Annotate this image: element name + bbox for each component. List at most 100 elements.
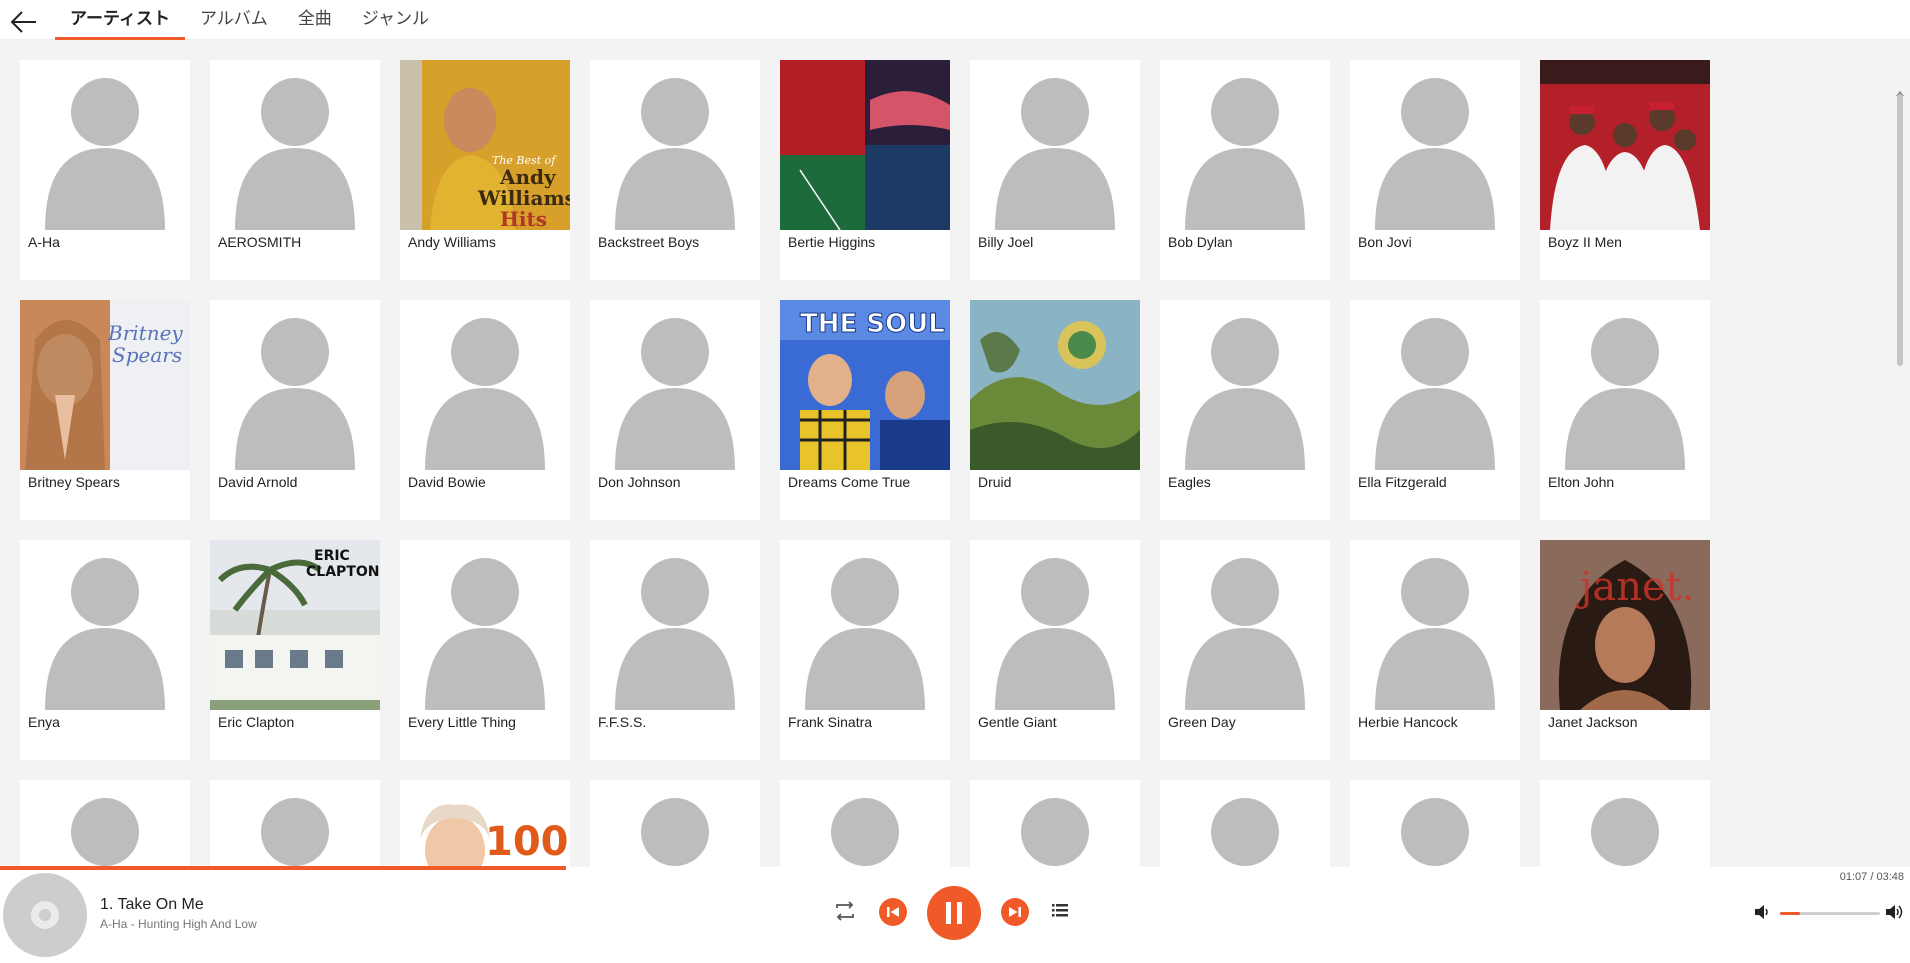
artist-name: Enya bbox=[28, 714, 60, 730]
artist-name: Andy Williams bbox=[408, 234, 496, 250]
artist-placeholder-icon bbox=[1160, 540, 1330, 710]
artist-name: David Arnold bbox=[218, 474, 298, 490]
artist-placeholder-icon bbox=[400, 540, 570, 710]
artist-image bbox=[970, 300, 1140, 470]
artist-card[interactable]: Eagles bbox=[1160, 300, 1330, 520]
artist-name: Bob Dylan bbox=[1168, 234, 1233, 250]
track-artist-album: A-Ha - Hunting High And Low bbox=[100, 917, 257, 931]
svg-text:Spears: Spears bbox=[112, 343, 182, 367]
artist-name: Janet Jackson bbox=[1548, 714, 1638, 730]
tab-all-songs[interactable]: 全曲 bbox=[283, 0, 347, 40]
artist-placeholder-icon bbox=[1350, 780, 1520, 867]
repeat-icon[interactable] bbox=[834, 900, 856, 927]
artist-card[interactable]: Enya bbox=[20, 540, 190, 760]
artist-image: Britney Spears bbox=[20, 300, 190, 470]
scrollbar-thumb[interactable] bbox=[1897, 94, 1903, 366]
artist-card[interactable]: Bertie Higgins bbox=[780, 60, 950, 280]
cover-text: 100 bbox=[485, 819, 569, 865]
pause-icon[interactable] bbox=[927, 886, 981, 945]
artist-card[interactable] bbox=[780, 780, 950, 867]
artist-card[interactable]: David Arnold bbox=[210, 300, 380, 520]
cover-text: Spears bbox=[112, 343, 182, 367]
artist-placeholder-icon bbox=[1350, 540, 1520, 710]
artist-name: Herbie Hancock bbox=[1358, 714, 1458, 730]
cover-text: CLAPTON bbox=[306, 564, 379, 580]
artist-card[interactable]: Frank Sinatra bbox=[780, 540, 950, 760]
artist-name: Green Day bbox=[1168, 714, 1236, 730]
next-icon[interactable] bbox=[1001, 898, 1029, 931]
artist-name: AEROSMITH bbox=[218, 234, 302, 250]
volume-slider[interactable] bbox=[1780, 912, 1880, 915]
artist-card[interactable]: The Best of Andy Williams Hits Andy Williams bbox=[400, 60, 570, 280]
artist-card[interactable]: David Bowie bbox=[400, 300, 570, 520]
artist-card[interactable]: F.F.S.S. bbox=[590, 540, 760, 760]
queue-icon[interactable] bbox=[1051, 902, 1069, 925]
artist-card[interactable]: Druid bbox=[970, 300, 1140, 520]
artist-card[interactable] bbox=[1350, 780, 1520, 867]
artist-card[interactable] bbox=[970, 780, 1140, 867]
artist-placeholder-icon bbox=[1350, 300, 1520, 470]
back-arrow-icon[interactable] bbox=[8, 6, 40, 38]
artist-placeholder-icon bbox=[780, 540, 950, 710]
artist-card[interactable]: 100 bbox=[400, 780, 570, 867]
tab-artists[interactable]: アーティスト bbox=[55, 0, 185, 40]
artist-card[interactable]: Ella Fitzgerald bbox=[1350, 300, 1520, 520]
artist-card[interactable]: Herbie Hancock bbox=[1350, 540, 1520, 760]
artist-card[interactable]: Don Johnson bbox=[590, 300, 760, 520]
tab-albums[interactable]: アルバム bbox=[185, 0, 283, 40]
artist-name: A-Ha bbox=[28, 234, 60, 250]
tab-genres[interactable]: ジャンル bbox=[347, 0, 444, 40]
artist-name: Elton John bbox=[1548, 474, 1615, 490]
artist-card[interactable]: Billy Joel bbox=[970, 60, 1140, 280]
artist-card[interactable] bbox=[1160, 780, 1330, 867]
volume-up-icon[interactable] bbox=[1885, 902, 1905, 927]
volume-down-icon[interactable] bbox=[1753, 903, 1771, 926]
artist-card[interactable]: Backstreet Boys bbox=[590, 60, 760, 280]
cover-text: ERIC bbox=[314, 548, 350, 564]
artist-card[interactable] bbox=[20, 780, 190, 867]
artist-image: THE SOUL bbox=[780, 300, 950, 470]
artist-image: 100 bbox=[400, 780, 570, 867]
svg-text:Britney: Britney bbox=[107, 321, 183, 345]
artist-card[interactable]: Elton John bbox=[1540, 300, 1710, 520]
player-bar: 1. Take On Me A-Ha - Hunting High And Lo… bbox=[0, 870, 1910, 958]
artist-placeholder-icon bbox=[590, 780, 760, 867]
artist-card[interactable]: Boyz II Men bbox=[1540, 60, 1710, 280]
artist-name: Bertie Higgins bbox=[788, 234, 876, 250]
artist-card[interactable]: Green Day bbox=[1160, 540, 1330, 760]
artist-card[interactable]: Every Little Thing bbox=[400, 540, 570, 760]
artist-placeholder-icon bbox=[970, 60, 1140, 230]
artist-placeholder-icon bbox=[1160, 60, 1330, 230]
artist-card[interactable]: Bob Dylan bbox=[1160, 60, 1330, 280]
artist-card[interactable]: janet. Janet Jackson bbox=[1540, 540, 1710, 760]
artist-card[interactable] bbox=[210, 780, 380, 867]
artist-placeholder-icon bbox=[400, 300, 570, 470]
cover-text: Britney bbox=[107, 321, 183, 345]
previous-icon[interactable] bbox=[879, 898, 907, 931]
artist-placeholder-icon bbox=[970, 780, 1140, 867]
artist-card[interactable] bbox=[590, 780, 760, 867]
artist-placeholder-icon bbox=[590, 540, 760, 710]
artist-name: Frank Sinatra bbox=[788, 714, 873, 730]
svg-text:THE SOUL: THE SOUL bbox=[800, 309, 945, 339]
artist-name: Eric Clapton bbox=[218, 714, 295, 730]
artist-placeholder-icon bbox=[20, 60, 190, 230]
artist-name: Boyz II Men bbox=[1548, 234, 1622, 250]
artist-card[interactable]: Gentle Giant bbox=[970, 540, 1140, 760]
artist-card[interactable]: AEROSMITH bbox=[210, 60, 380, 280]
playback-time: 01:07 / 03:48 bbox=[1839, 871, 1904, 883]
artist-placeholder-icon bbox=[1540, 780, 1710, 867]
artist-card[interactable]: THE SOUL Dreams Come True bbox=[780, 300, 950, 520]
artist-placeholder-icon bbox=[780, 780, 950, 867]
cd-disc-icon bbox=[2, 872, 88, 958]
artist-grid-area: A-Ha AEROSMITH The Best of Andy Williams Hits… bbox=[0, 40, 1910, 867]
artist-card[interactable]: A-Ha bbox=[20, 60, 190, 280]
artist-placeholder-icon bbox=[1160, 780, 1330, 867]
artist-card[interactable]: Britney Spears Britney Spears bbox=[20, 300, 190, 520]
artist-card[interactable]: Bon Jovi bbox=[1350, 60, 1520, 280]
artist-name: Dreams Come True bbox=[788, 474, 911, 490]
artist-card[interactable] bbox=[1540, 780, 1710, 867]
artist-name: Billy Joel bbox=[978, 234, 1034, 250]
artist-card[interactable]: ERIC CLAPTON Eric Clapton bbox=[210, 540, 380, 760]
track-title: 1. Take On Me bbox=[100, 896, 204, 913]
